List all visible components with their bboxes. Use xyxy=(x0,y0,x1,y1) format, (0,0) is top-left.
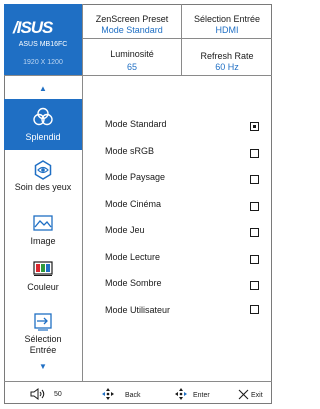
enter-label: Enter xyxy=(193,392,210,399)
option-label[interactable]: Mode Lecture xyxy=(105,252,160,262)
nav-label: Splendid xyxy=(25,132,61,142)
nav-label: Couleur xyxy=(27,282,59,292)
option-label[interactable]: Mode Standard xyxy=(105,119,167,129)
color-icon xyxy=(33,261,53,276)
exit-label: Exit xyxy=(251,392,263,399)
header-bottom-divider xyxy=(4,75,272,76)
nav-item-image[interactable]: Image xyxy=(4,215,82,255)
option-radio[interactable] xyxy=(250,175,259,184)
splendid-icon xyxy=(33,107,53,126)
refresh-value: 60 Hz xyxy=(215,62,239,72)
option-label[interactable]: Mode sRGB xyxy=(105,146,154,156)
eye-care-icon xyxy=(34,160,52,180)
option-radio-checked[interactable] xyxy=(250,122,259,131)
option-radio[interactable] xyxy=(250,202,259,211)
nav-item-eye-care[interactable]: Soin des yeux xyxy=(4,160,82,204)
brightness-cell: Luminosité 65 xyxy=(83,49,181,73)
brightness-value: 65 xyxy=(126,62,137,72)
resolution-text: 1920 X 1200 xyxy=(23,59,63,66)
svg-text:/ISUS: /ISUS xyxy=(12,19,54,35)
input-label: Sélection Entrée xyxy=(193,14,261,24)
nav-item-input-select[interactable]: Sélection Entrée xyxy=(4,313,82,361)
nav-item-splendid[interactable]: Splendid xyxy=(4,99,82,150)
preset-label: ZenScreen Preset xyxy=(95,14,169,24)
asus-logo: /ISUS xyxy=(4,17,82,39)
nav-label-line2: Entrée xyxy=(29,345,57,355)
brand-panel: /ISUS ASUS MB16FC 1920 X 1200 xyxy=(4,4,82,75)
input-cell: Sélection Entrée HDMI xyxy=(182,14,272,36)
preset-cell: ZenScreen Preset Mode Standard xyxy=(83,14,181,36)
back-label: Back xyxy=(125,392,141,399)
nav-label: Soin des yeux xyxy=(14,182,72,192)
image-icon xyxy=(33,215,53,231)
dpad-enter-icon xyxy=(175,388,187,400)
nav-label: Image xyxy=(30,236,56,246)
option-radio[interactable] xyxy=(250,255,259,264)
refresh-label: Refresh Rate xyxy=(200,51,254,61)
option-label[interactable]: Mode Utilisateur xyxy=(105,305,170,315)
refresh-cell: Refresh Rate 60 Hz xyxy=(182,51,272,73)
option-radio[interactable] xyxy=(250,228,259,237)
option-label[interactable]: Mode Sombre xyxy=(105,278,162,288)
nav-divider xyxy=(82,75,83,381)
scroll-down-icon[interactable]: ▼ xyxy=(4,362,82,371)
scroll-up-icon[interactable]: ▲ xyxy=(4,84,82,93)
input-select-icon xyxy=(34,313,52,331)
volume-icon xyxy=(30,388,45,400)
close-icon xyxy=(238,389,249,400)
asus-logo-mark: /ISUS xyxy=(12,18,55,37)
nav-item-color[interactable]: Couleur xyxy=(4,261,82,303)
option-label[interactable]: Mode Cinéma xyxy=(105,199,161,209)
preset-value: Mode Standard xyxy=(101,25,163,35)
option-label[interactable]: Mode Jeu xyxy=(105,225,145,235)
input-value: HDMI xyxy=(215,25,239,35)
nav-label-line1: Sélection xyxy=(24,334,62,344)
model-name: ASUS MB16FC xyxy=(18,41,68,48)
header-divider xyxy=(82,38,272,39)
volume-value: 50 xyxy=(54,391,62,398)
footer-divider xyxy=(4,381,272,382)
brightness-label: Luminosité xyxy=(110,49,154,59)
option-radio[interactable] xyxy=(250,281,259,290)
option-radio[interactable] xyxy=(250,305,259,314)
option-label[interactable]: Mode Paysage xyxy=(105,172,165,182)
dpad-back-icon xyxy=(102,388,114,400)
option-radio[interactable] xyxy=(250,149,259,158)
